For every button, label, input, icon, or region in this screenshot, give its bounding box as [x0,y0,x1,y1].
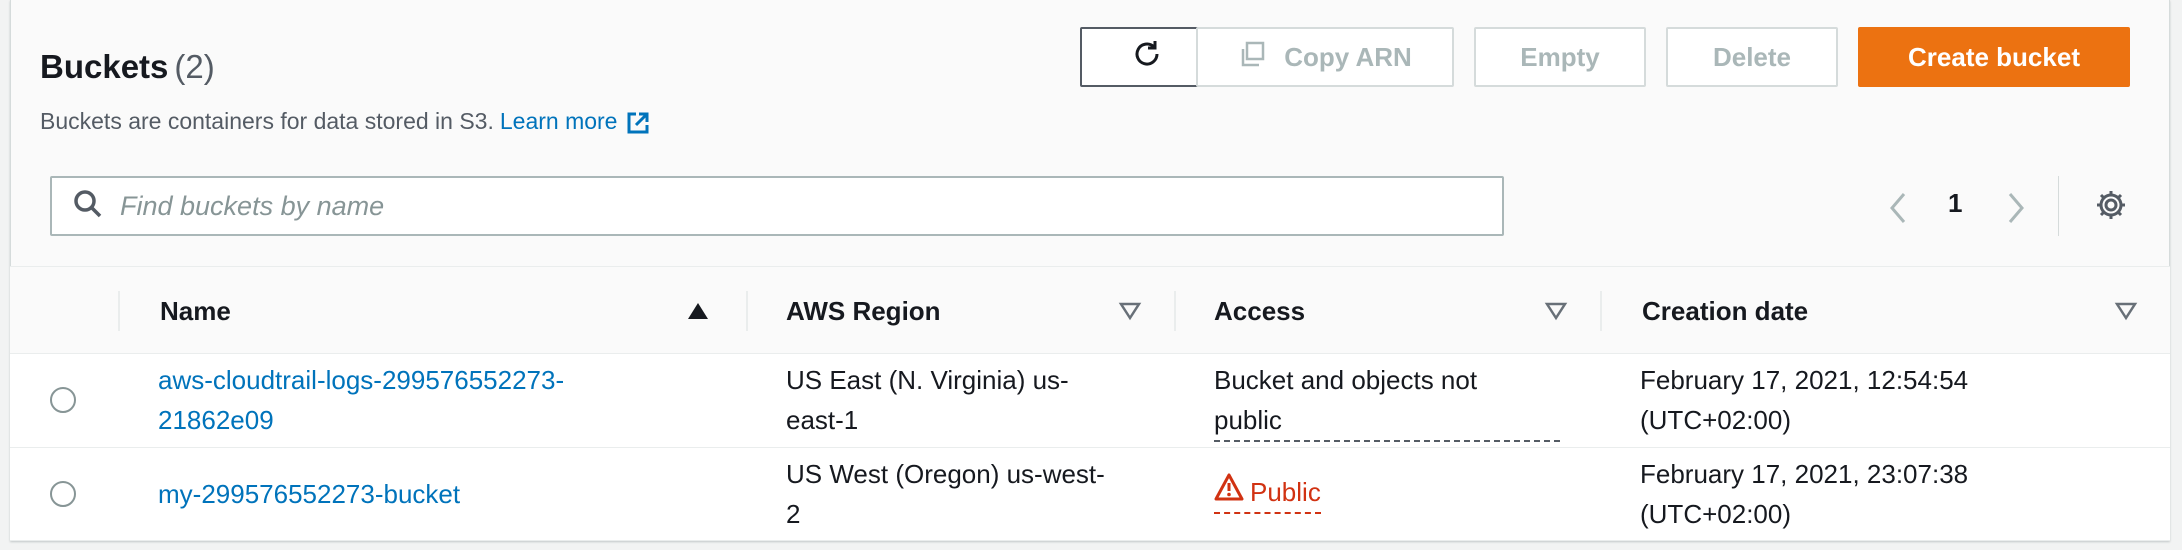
preferences-button[interactable] [2094,188,2128,227]
bucket-name-line: aws-cloudtrail-logs-299576552273- [158,365,565,395]
copy-arn-button[interactable]: Copy ARN [1196,27,1454,87]
column-name-label: Name [160,295,231,326]
region-line: US West (Oregon) us-west- [786,459,1105,489]
next-page-button[interactable] [2004,190,2028,231]
search-input[interactable] [118,189,1502,223]
column-access[interactable]: Access [1214,267,1305,355]
row-select-radio[interactable] [50,387,76,413]
row-select-radio[interactable] [50,481,76,507]
bucket-creation-date: February 17, 2021, 23:07:38 (UTC+02:00) [1640,454,1968,534]
bucket-count: (2) [174,48,215,85]
column-region[interactable]: AWS Region [786,267,941,355]
warning-icon [1214,472,1250,512]
search-box[interactable] [50,176,1504,236]
page-number[interactable]: 1 [1948,188,1962,219]
refresh-icon [1130,37,1164,78]
sort-descending-icon[interactable] [1544,301,1568,326]
gear-icon [2094,191,2128,226]
date-line: February 17, 2021, 12:54:54 [1640,365,1969,395]
bucket-access[interactable]: Bucket and objects not public [1214,360,1560,442]
chevron-right-icon [2004,193,2028,230]
bucket-name-link[interactable]: my-299576552273-bucket [158,474,460,514]
page-title: Buckets (2) [40,48,215,86]
description-text: Buckets are containers for data stored i… [40,108,494,134]
column-region-label: AWS Region [786,295,941,326]
public-access-label: Public [1250,477,1321,507]
column-creation-date-label: Creation date [1642,295,1809,326]
create-bucket-label: Create bucket [1908,41,2080,72]
bucket-name-line: my-299576552273-bucket [158,479,461,509]
table-header: Name AWS Region Access Creation date [10,266,2170,354]
column-name[interactable]: Name [160,267,231,355]
pagination-divider [2058,176,2059,236]
table-row[interactable]: my-299576552273-bucket US West (Oregon) … [10,448,2170,541]
description: Buckets are containers for data stored i… [40,108,651,142]
empty-button[interactable]: Empty [1474,27,1646,87]
table-row[interactable]: aws-cloudtrail-logs-299576552273- 21862e… [10,354,2170,448]
bucket-region: US West (Oregon) us-west- 2 [786,454,1105,534]
date-line: February 17, 2021, 23:07:38 [1640,459,1969,489]
sort-descending-icon[interactable] [1118,301,1142,326]
chevron-left-icon [1886,193,1910,230]
access-line: Bucket and objects not [1214,365,1478,395]
bucket-creation-date: February 17, 2021, 12:54:54 (UTC+02:00) [1640,360,1968,440]
delete-label: Delete [1712,41,1792,72]
date-line: (UTC+02:00) [1640,499,1791,529]
empty-label: Empty [1520,41,1600,72]
region-line: 2 [786,499,801,529]
column-creation-date[interactable]: Creation date [1642,267,1808,355]
sort-ascending-icon[interactable] [686,301,710,326]
bucket-name-link[interactable]: aws-cloudtrail-logs-299576552273- 21862e… [158,360,564,440]
column-separator [746,291,748,331]
title-text: Buckets [40,48,169,85]
external-link-icon[interactable] [625,110,651,142]
region-line: east-1 [786,405,859,435]
column-separator [1174,291,1176,331]
learn-more-link[interactable]: Learn more [500,108,618,134]
refresh-button[interactable] [1080,27,1214,87]
bucket-access[interactable]: Public [1214,472,1321,514]
column-separator [1600,291,1602,331]
copy-arn-label: Copy ARN [1284,41,1412,72]
column-access-label: Access [1214,295,1306,326]
bucket-name-line: 21862e09 [158,405,274,435]
sort-descending-icon[interactable] [2114,301,2138,326]
previous-page-button[interactable] [1886,190,1910,231]
copy-icon [1238,40,1284,75]
access-line: public [1214,400,1560,442]
date-line: (UTC+02:00) [1640,405,1791,435]
region-line: US East (N. Virginia) us- [786,365,1069,395]
column-separator [118,291,120,331]
bucket-region: US East (N. Virginia) us- east-1 [786,360,1069,440]
access-line-text: public [1214,405,1282,435]
create-bucket-button[interactable]: Create bucket [1858,27,2130,87]
search-icon [72,188,104,225]
public-access-badge[interactable]: Public [1214,472,1321,514]
delete-button[interactable]: Delete [1666,27,1838,87]
